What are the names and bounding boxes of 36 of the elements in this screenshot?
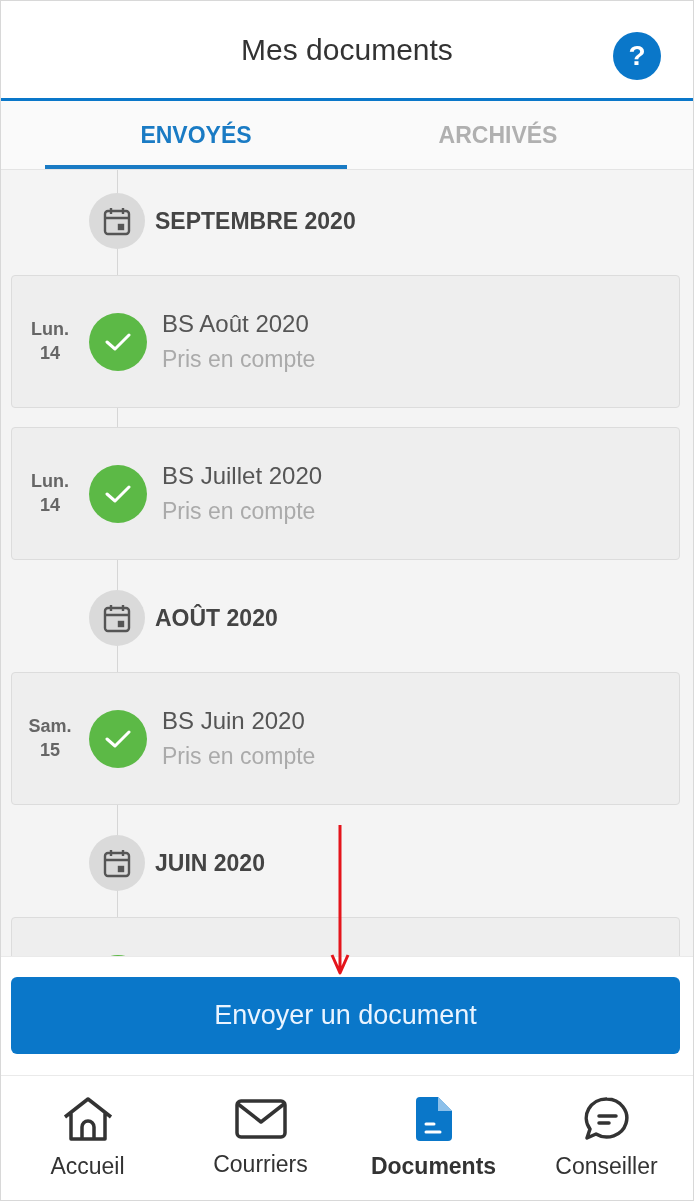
- calendar-icon: [103, 206, 131, 236]
- document-status: Pris en compte: [162, 498, 317, 525]
- nav-item[interactable]: Documents: [347, 1076, 520, 1200]
- document-status: Pris en compte: [162, 743, 316, 770]
- nav-item[interactable]: Conseiller: [520, 1076, 693, 1200]
- day-label: Lun.: [31, 319, 69, 340]
- send-document-button[interactable]: Envoyer un document: [11, 977, 680, 1054]
- document-title: BS Juin 2020: [162, 707, 306, 735]
- envelope-icon: [234, 1098, 287, 1139]
- home-icon: [61, 1096, 114, 1141]
- document-card[interactable]: Sam. 15 BS Juin 2020 Pris en compte: [11, 672, 680, 805]
- document-icon: [415, 1096, 452, 1141]
- document-title: BS Août 2020: [162, 310, 310, 338]
- date-label: 14: [40, 495, 60, 516]
- document-title: BS Juillet 2020: [162, 462, 323, 490]
- document-card[interactable]: Lun. 14 BS Août 2020 Pris en compte: [11, 275, 680, 408]
- month-heading: JUIN 2020: [155, 849, 265, 877]
- page-title: Mes documents: [241, 32, 453, 67]
- calendar-icon: [103, 603, 131, 633]
- document-status: Pris en compte: [162, 346, 316, 373]
- help-button[interactable]: ?: [613, 32, 661, 80]
- date-label: 15: [40, 740, 60, 761]
- checkmark-icon: [105, 483, 131, 504]
- day-label: Lun.: [31, 471, 69, 492]
- month-heading: AOÛT 2020: [155, 604, 278, 632]
- date-label: 14: [40, 343, 60, 364]
- tab[interactable]: ENVOYÉS: [45, 101, 347, 169]
- nav-item[interactable]: Accueil: [1, 1076, 174, 1200]
- day-label: Sam.: [28, 716, 72, 737]
- month-heading: SEPTEMBRE 2020: [155, 207, 356, 235]
- checkmark-icon: [105, 331, 131, 352]
- chat-icon: [583, 1096, 630, 1141]
- calendar-icon: [103, 848, 131, 878]
- checkmark-icon: [105, 728, 131, 749]
- nav-item[interactable]: Courriers: [174, 1076, 347, 1200]
- document-card[interactable]: Lun. 14 BS Juillet 2020 Pris en compte: [11, 427, 680, 560]
